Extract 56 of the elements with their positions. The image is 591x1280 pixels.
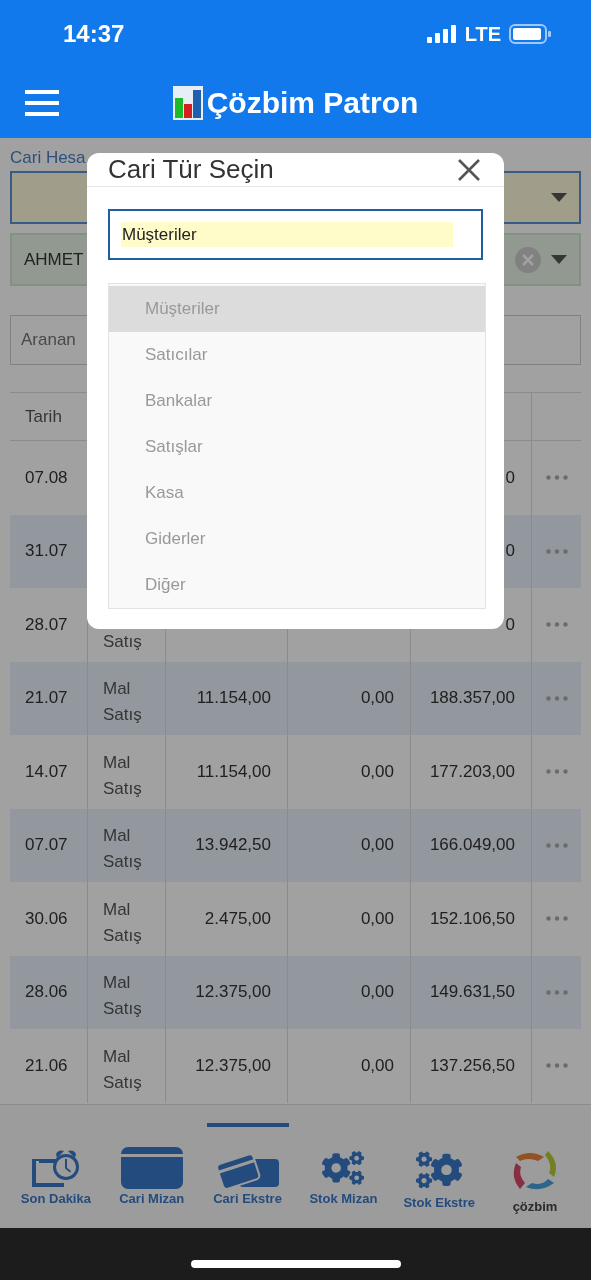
credit-text: 0,00 <box>360 835 394 856</box>
option-item[interactable]: Bankalar <box>109 378 485 424</box>
network-label: LTE <box>464 22 501 46</box>
debit-text: 2.475,00 <box>204 908 271 929</box>
nav-tab[interactable]: Stok Mizan <box>302 1123 385 1228</box>
credit-text: 0,00 <box>360 982 394 1003</box>
balance-text: 0 <box>505 467 515 488</box>
type-text: Mal <box>103 898 131 921</box>
balance-text: 149.631,50 <box>429 982 515 1003</box>
credit-text: 0,00 <box>360 908 394 929</box>
type-text: Satış <box>103 704 142 726</box>
type-text: Satış <box>103 998 142 1020</box>
balance-text: 137.256,50 <box>429 1055 515 1076</box>
type-text: Satış <box>103 777 142 800</box>
balance-text: 152.106,50 <box>429 908 515 929</box>
option-item[interactable]: Diğer <box>109 562 485 608</box>
type-text: Mal <box>103 972 131 994</box>
status-time: 14:37 <box>63 20 125 48</box>
debit-text: 11.154,00 <box>196 761 271 782</box>
option-item[interactable]: Satışlar <box>109 424 485 470</box>
balance-text: 0 <box>505 541 515 562</box>
debit-text: 12.375,00 <box>195 1055 271 1076</box>
nav-tab[interactable]: Stok Ekstre <box>398 1123 481 1228</box>
nav-tab[interactable]: Son Dakika <box>14 1123 97 1228</box>
date-cell: 21.07 <box>10 661 87 735</box>
balance-text: 166.049,00 <box>429 835 515 856</box>
balance-text: 188.357,00 <box>429 688 515 709</box>
date-cell: 31.07 <box>10 514 87 588</box>
credit-text: 0,00 <box>360 761 394 782</box>
debit-text: 13.942,50 <box>195 835 271 856</box>
balance-text: 177.203,00 <box>429 761 515 782</box>
dialog-title: Cari Tür Seçin <box>108 154 274 185</box>
date-cell: 28.06 <box>10 955 87 1029</box>
type-text: Mal <box>103 751 131 774</box>
type-text: Mal <box>103 1045 131 1068</box>
nav-tab[interactable]: Cari Mizan <box>110 1123 193 1228</box>
option-item[interactable]: Satıcılar <box>109 332 485 378</box>
app-title: Çözbim Patron <box>206 86 419 120</box>
debit-text: 11.154,00 <box>196 688 271 709</box>
option-item[interactable]: Müşteriler <box>109 286 485 332</box>
nav-tab[interactable]: çözbim <box>494 1123 577 1228</box>
type-text: Satış <box>103 851 142 873</box>
debit-text: 12.375,00 <box>195 982 271 1003</box>
field-label: Cari Hesa <box>10 148 86 168</box>
credit-text: 0,00 <box>360 1055 394 1076</box>
type-text: Mal <box>103 825 131 847</box>
type-text: Satış <box>103 630 142 653</box>
option-item[interactable]: Kasa <box>109 470 485 516</box>
credit-text: 0,00 <box>360 688 394 709</box>
date-cell: 07.07 <box>10 808 87 882</box>
balance-text: 0 <box>505 614 515 635</box>
type-text: Mal <box>103 678 131 700</box>
input-field[interactable]: Müşteriler <box>108 209 483 260</box>
option-item[interactable]: Giderler <box>109 516 485 562</box>
type-text: Satış <box>103 924 142 947</box>
type-text: Satış <box>103 1071 142 1094</box>
